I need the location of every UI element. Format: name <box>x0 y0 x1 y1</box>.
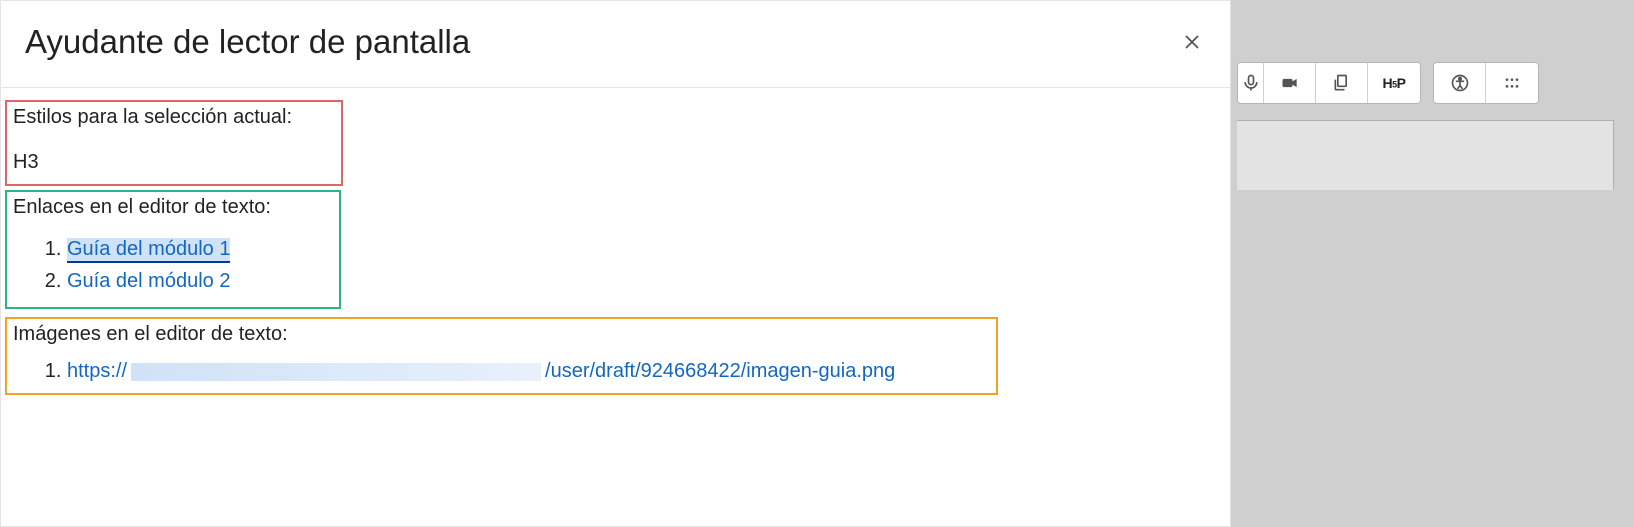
close-icon <box>1184 34 1200 50</box>
image-link[interactable]: https:// /user/draft/924668422/imagen-gui… <box>67 360 895 382</box>
links-section-label: Enlaces en el editor de texto: <box>13 196 333 219</box>
toolbar-group-accessibility <box>1433 62 1539 104</box>
editor-canvas-edge <box>1237 120 1614 190</box>
dialog-title: Ayudante de lector de pantalla <box>25 23 470 61</box>
grid-dots-icon <box>1502 73 1522 93</box>
accessibility-button[interactable] <box>1434 63 1486 103</box>
list-item: Guía del módulo 2 <box>67 265 333 297</box>
screen-reader-helper-dialog: Ayudante de lector de pantalla Estilos p… <box>0 0 1231 527</box>
toolbar-group-media: H5P <box>1237 62 1421 104</box>
links-section: Enlaces en el editor de texto: Guía del … <box>5 190 341 309</box>
video-button[interactable] <box>1264 63 1316 103</box>
editor-toolbar: H5P <box>1231 62 1539 104</box>
images-section: Imágenes en el editor de texto: https://… <box>5 317 998 395</box>
list-item: Guía del módulo 1 <box>67 233 333 265</box>
styles-section: Estilos para la selección actual: H3 <box>5 100 343 186</box>
files-button[interactable] <box>1316 63 1368 103</box>
close-button[interactable] <box>1178 28 1206 56</box>
editor-link[interactable]: Guía del módulo 2 <box>67 270 230 292</box>
editor-link[interactable]: Guía del módulo 1 <box>67 238 230 263</box>
accessibility-icon <box>1450 73 1470 93</box>
links-list: Guía del módulo 1 Guía del módulo 2 <box>13 233 333 297</box>
files-icon <box>1332 73 1352 93</box>
video-icon <box>1280 73 1300 93</box>
styles-section-value: H3 <box>13 151 335 174</box>
dialog-body: Estilos para la selección actual: H3 Enl… <box>1 88 1230 395</box>
images-section-label: Imágenes en el editor de texto: <box>13 323 990 346</box>
h5p-icon: H5P <box>1383 75 1406 91</box>
list-item: https:// /user/draft/924668422/imagen-gui… <box>67 360 990 383</box>
microphone-icon <box>1241 73 1261 93</box>
h5p-button[interactable]: H5P <box>1368 63 1420 103</box>
styles-section-label: Estilos para la selección actual: <box>13 106 335 129</box>
image-url-prefix: https:// <box>67 360 127 382</box>
image-url-suffix: /user/draft/924668422/imagen-guia.png <box>545 360 895 382</box>
microphone-button[interactable] <box>1238 63 1264 103</box>
grid-button[interactable] <box>1486 63 1538 103</box>
editor-background: H5P <box>1231 0 1634 527</box>
redacted-host <box>131 363 541 381</box>
images-list: https:// /user/draft/924668422/imagen-gui… <box>13 360 990 383</box>
dialog-header: Ayudante de lector de pantalla <box>1 1 1230 88</box>
